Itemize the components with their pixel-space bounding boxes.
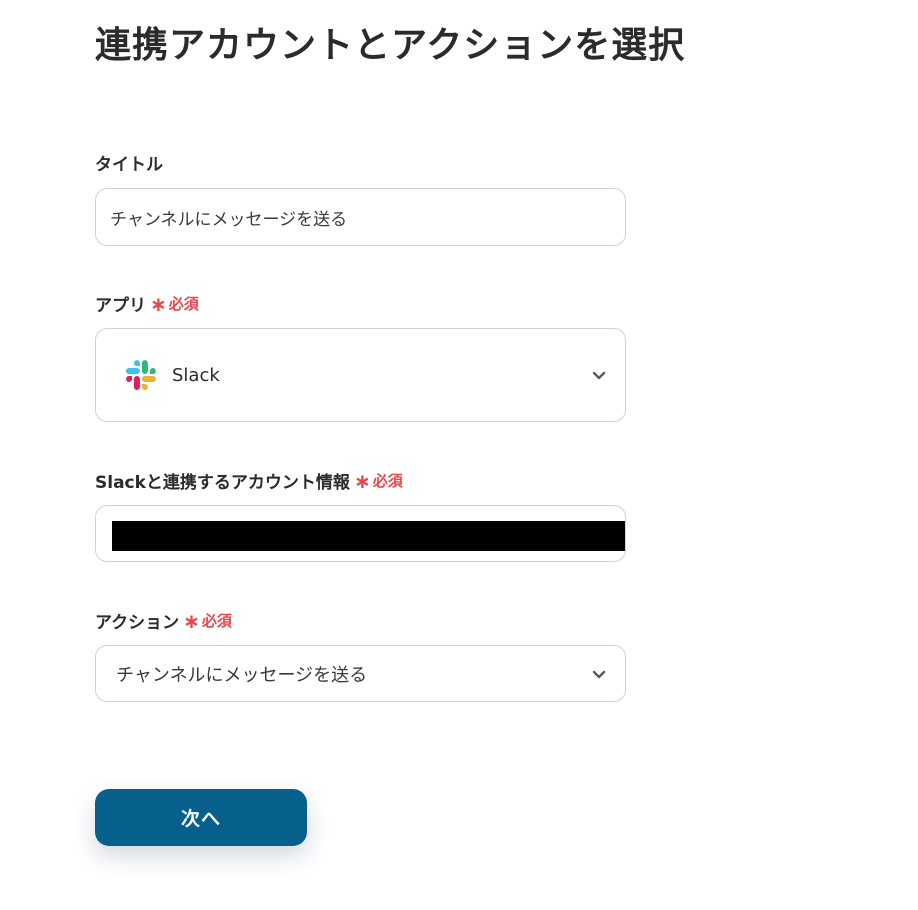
account-required-badge: ∗ 必須 bbox=[354, 470, 403, 491]
app-label-text: アプリ bbox=[95, 296, 146, 316]
next-button[interactable]: 次へ bbox=[95, 789, 307, 846]
app-select[interactable]: Slack bbox=[95, 328, 626, 422]
selected-app-name: Slack bbox=[172, 364, 220, 386]
required-asterisk-icon: ∗ bbox=[150, 291, 167, 316]
action-label-text: アクション bbox=[95, 613, 180, 633]
action-select[interactable]: チャンネルにメッセージを送る bbox=[95, 645, 626, 702]
redacted-account-value bbox=[112, 521, 625, 551]
selected-action-text: チャンネルにメッセージを送る bbox=[116, 664, 368, 686]
title-label-text: タイトル bbox=[95, 155, 163, 175]
title-field-label: タイトル bbox=[95, 150, 163, 175]
title-input-value: チャンネルにメッセージを送る bbox=[110, 209, 348, 230]
chevron-down-icon[interactable] bbox=[591, 367, 607, 383]
slack-logo-icon bbox=[126, 360, 156, 390]
required-text: 必須 bbox=[201, 612, 232, 630]
required-text: 必須 bbox=[168, 295, 199, 313]
page-title: 連携アカウントとアクションを選択 bbox=[95, 25, 686, 66]
account-field-label: Slackと連携するアカウント情報 ∗ 必須 bbox=[95, 468, 403, 494]
action-field-label: アクション ∗ 必須 bbox=[95, 608, 232, 634]
action-required-badge: ∗ 必須 bbox=[183, 610, 232, 631]
app-field-label: アプリ ∗ 必須 bbox=[95, 291, 199, 317]
title-input[interactable]: チャンネルにメッセージを送る bbox=[95, 188, 626, 246]
required-text: 必須 bbox=[372, 472, 403, 490]
chevron-down-icon[interactable] bbox=[591, 666, 607, 682]
app-required-badge: ∗ 必須 bbox=[150, 293, 199, 314]
required-asterisk-icon: ∗ bbox=[353, 468, 371, 493]
account-label-text: Slackと連携するアカウント情報 bbox=[95, 473, 350, 493]
required-asterisk-icon: ∗ bbox=[183, 608, 200, 633]
account-select[interactable] bbox=[95, 505, 626, 562]
